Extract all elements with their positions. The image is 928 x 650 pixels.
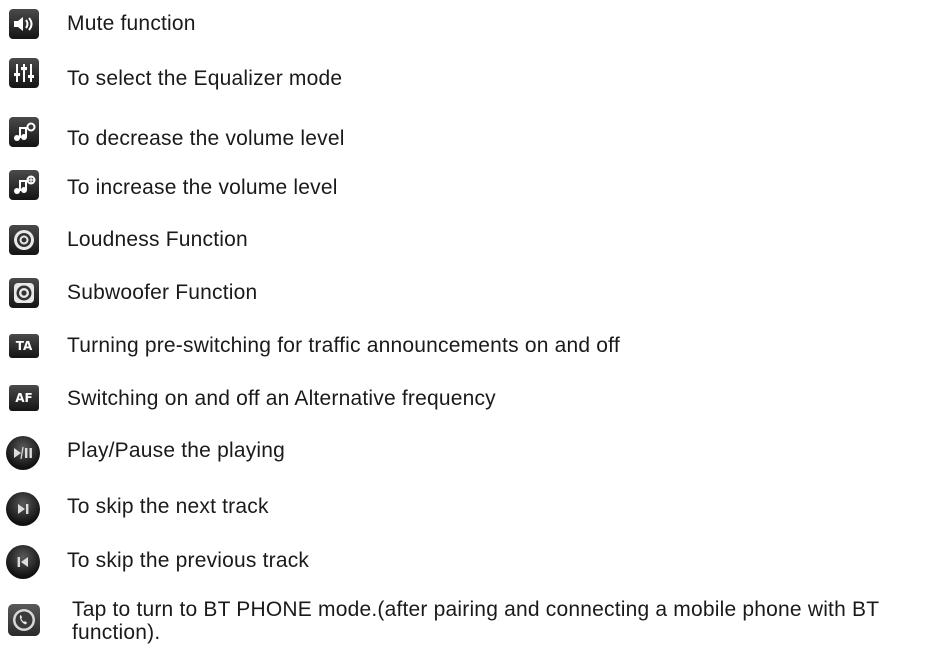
ta-badge-icon: TA <box>9 334 39 358</box>
legend-item-label: Subwoofer Function <box>67 281 258 304</box>
legend-item-label: Turning pre-switching for traffic announ… <box>67 334 620 357</box>
play-pause-icon <box>6 436 40 470</box>
legend-item-label: Tap to turn to BT PHONE mode.(after pair… <box>72 598 879 644</box>
legend-item-label: Loudness Function <box>67 228 248 251</box>
legend-item-label: Mute function <box>67 12 196 35</box>
volume-up-note-icon <box>9 170 39 200</box>
legend-item-equalizer: To select the Equalizer mode <box>0 58 928 90</box>
legend-item-next-track: To skip the next track <box>0 492 928 526</box>
legend-item-volume-down: To decrease the volume level <box>0 117 928 150</box>
legend-item-traffic-announcement: TA Turning pre-switching for traffic ann… <box>0 333 928 359</box>
volume-down-note-icon <box>9 117 39 147</box>
legend-item-label: To select the Equalizer mode <box>67 67 343 90</box>
legend-item-label: To increase the volume level <box>67 176 338 199</box>
legend-item-previous-track: To skip the previous track <box>0 545 928 579</box>
legend-item-label: To skip the next track <box>67 495 269 518</box>
icon-legend: Mute function To select the Equalizer mo… <box>0 0 928 650</box>
ta-badge-text: TA <box>15 339 33 353</box>
legend-item-label: Switching on and off an Alternative freq… <box>67 387 496 410</box>
af-badge-text: AF <box>15 391 33 405</box>
previous-track-icon <box>6 545 40 579</box>
legend-item-subwoofer: Subwoofer Function <box>0 278 928 308</box>
loudness-target-icon <box>9 225 39 255</box>
legend-item-label: To decrease the volume level <box>67 127 345 150</box>
legend-item-play-pause: Play/Pause the playing <box>0 436 928 470</box>
legend-item-loudness: Loudness Function <box>0 225 928 255</box>
af-badge-icon: AF <box>9 385 39 411</box>
legend-item-bt-phone: Tap to turn to BT PHONE mode.(after pair… <box>0 598 928 650</box>
legend-item-label: To skip the previous track <box>67 549 310 572</box>
subwoofer-icon <box>9 278 39 308</box>
equalizer-sliders-icon <box>9 58 39 88</box>
legend-item-label: Play/Pause the playing <box>67 439 286 462</box>
phone-icon <box>8 604 40 636</box>
legend-item-volume-up: To increase the volume level <box>0 170 928 200</box>
legend-item-alternative-frequency: AF Switching on and off an Alternative f… <box>0 384 928 414</box>
speaker-icon <box>9 9 39 39</box>
next-track-icon <box>6 492 40 526</box>
legend-item-mute: Mute function <box>0 9 928 39</box>
